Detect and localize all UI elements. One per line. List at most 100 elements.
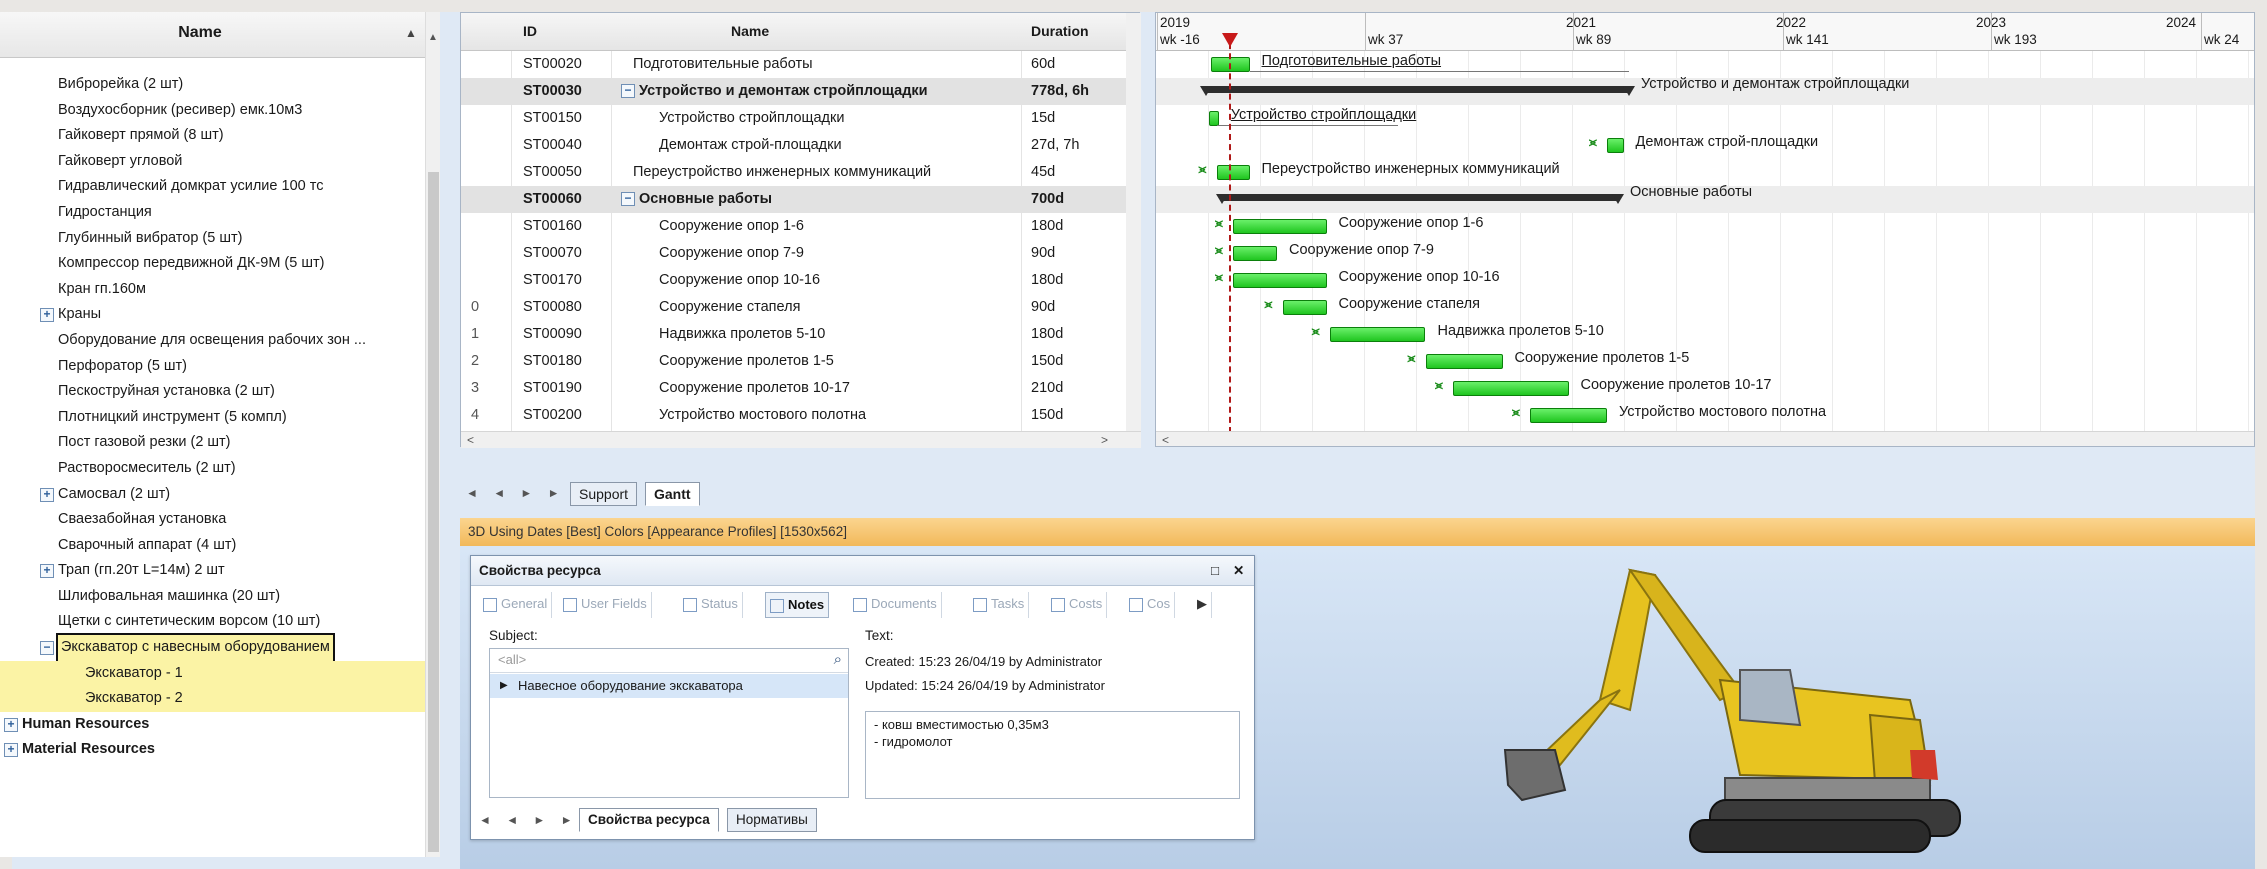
table-row[interactable]: ST00040 Демонтаж строй-площадки 27d, 7h [461, 132, 1141, 159]
scroll-left-icon[interactable]: < [1162, 433, 1169, 446]
table-row[interactable]: ST00070 Сооружение опор 7-9 90d [461, 240, 1141, 267]
tree-item[interactable]: Гайковерт прямой (8 шт) [0, 123, 425, 149]
tab-documents[interactable]: Documents [849, 592, 942, 618]
tree-item[interactable]: Растворосмеситель (2 шт) [0, 456, 425, 482]
tree-item[interactable]: Компрессор передвижной ДК-9М (5 шт) [0, 251, 425, 277]
table-row[interactable]: ST00020 Подготовительные работы 60d [461, 51, 1141, 78]
excavator-3d-model[interactable] [1270, 550, 2070, 865]
table-row[interactable]: 1 ST00090 Надвижка пролетов 5-10 180d [461, 321, 1141, 348]
collapse-icon[interactable]: − [621, 192, 635, 207]
sheet-nav-arrows[interactable]: ◄ ◄ ► ► [466, 486, 566, 500]
summary-bar[interactable] [1216, 194, 1624, 204]
expand-icon[interactable]: + [40, 487, 54, 502]
tab-costs[interactable]: Costs [1047, 592, 1108, 618]
tab-general[interactable]: General [479, 592, 553, 618]
subject-filter-input[interactable]: <all> [490, 649, 848, 673]
tree-item[interactable]: Кран гп.160м [0, 277, 425, 303]
tab-status[interactable]: Status [679, 592, 743, 618]
table-row[interactable]: ST00060 − Основные работы 700d [461, 186, 1141, 213]
sheet-tab-gantt[interactable]: Gantt [645, 482, 700, 506]
tab-cos[interactable]: Cos [1125, 592, 1176, 618]
task-bar[interactable] [1607, 138, 1624, 153]
sheet-tab-support[interactable]: Support [570, 482, 638, 506]
table-row[interactable]: 3 ST00190 Сооружение пролетов 10-17 210d [461, 375, 1141, 402]
tree-item[interactable]: Перфоратор (5 шт) [0, 354, 425, 380]
tree-item[interactable]: + Material Resources [0, 737, 425, 763]
scrollbar-thumb[interactable] [428, 172, 439, 852]
expand-icon[interactable]: + [4, 717, 18, 732]
resource-column-header[interactable]: Name ▲ [0, 12, 425, 58]
sheet-nav-arrows[interactable]: ◄ ◄ ► ► [479, 813, 579, 827]
resource-tree-scrollbar[interactable]: ▲ [425, 12, 440, 857]
note-text-area[interactable]: - ковш вместимостью 0,35м3 - гидромолот [865, 711, 1240, 799]
tree-item[interactable]: Экскаватор - 2 [0, 686, 425, 712]
table-row[interactable]: 0 ST00080 Сооружение стапеля 90d [461, 294, 1141, 321]
tree-item[interactable]: Гидростанция [0, 200, 425, 226]
task-bar[interactable] [1233, 246, 1277, 261]
table-row[interactable]: ST00160 Сооружение опор 1-6 180d [461, 213, 1141, 240]
scroll-right-icon[interactable]: > [1101, 433, 1108, 447]
tree-item[interactable]: Сваезабойная установка [0, 507, 425, 533]
tree-item[interactable]: Сварочный аппарат (4 шт) [0, 533, 425, 559]
expand-icon[interactable]: + [40, 308, 54, 323]
collapse-icon[interactable]: − [40, 641, 54, 656]
tree-item[interactable]: Гидравлический домкрат усилие 100 тс [0, 174, 425, 200]
tree-item[interactable]: Плотницкий инструмент (5 компл) [0, 405, 425, 431]
expand-icon[interactable]: + [40, 564, 54, 579]
tree-item[interactable]: Оборудование для освещения рабочих зон .… [0, 328, 425, 354]
table-row[interactable]: 2 ST00180 Сооружение пролетов 1-5 150d [461, 348, 1141, 375]
gantt-horizontal-scrollbar[interactable]: < [1156, 431, 2254, 446]
column-header-name[interactable]: Name [731, 23, 769, 39]
tree-item[interactable]: Экскаватор - 1 [0, 660, 425, 687]
column-header-duration[interactable]: Duration [1031, 23, 1089, 39]
tab-norms[interactable]: Нормативы [727, 808, 817, 832]
table-row[interactable]: 4 ST00200 Устройство мостового полотна 150d [461, 402, 1141, 429]
task-grid-horizontal-scrollbar[interactable]: < > [461, 431, 1141, 448]
tree-item[interactable]: Щетки с синтетическим ворсом (10 шт) [0, 609, 425, 635]
tab-resource-properties[interactable]: Свойства ресурса [579, 808, 719, 832]
task-bar[interactable] [1282, 300, 1327, 315]
task-bar[interactable] [1233, 273, 1327, 288]
task-bar[interactable] [1216, 165, 1250, 180]
tree-item[interactable]: + Самосвал (2 шт) [0, 482, 425, 508]
task-bar[interactable] [1453, 381, 1569, 396]
tree-item[interactable]: + Краны [0, 302, 425, 328]
close-icon[interactable]: ✕ [1233, 556, 1244, 586]
table-row[interactable]: ST00170 Сооружение опор 10-16 180d [461, 267, 1141, 294]
maximize-icon[interactable]: □ [1211, 556, 1219, 586]
tree-item[interactable]: + Трап (гп.20т L=14м) 2 шт [0, 558, 425, 584]
tree-item[interactable]: Глубинный вибратор (5 шт) [0, 226, 425, 252]
tree-item[interactable]: Гайковерт угловой [0, 149, 425, 175]
tree-item[interactable]: Воздухосборник (ресивер) емк.10м3 [0, 98, 425, 124]
task-grid-vertical-scrollbar[interactable] [1126, 13, 1141, 448]
collapse-icon[interactable]: − [621, 84, 635, 99]
task-bar[interactable] [1329, 327, 1426, 342]
tree-item[interactable]: Пост газовой резки (2 шт) [0, 430, 425, 456]
table-row[interactable]: ST00050 Переустройство инженерных коммуни… [461, 159, 1141, 186]
column-header-id[interactable]: ID [523, 23, 537, 39]
tab-user-fields[interactable]: User Fields [559, 592, 652, 618]
scroll-left-icon[interactable]: < [467, 433, 474, 447]
tab-notes[interactable]: Notes [765, 592, 830, 618]
table-row[interactable]: ST00030 − Устройство и демонтаж стройплоща… [461, 78, 1141, 105]
task-bar[interactable] [1208, 111, 1219, 126]
status-date-marker-icon[interactable] [1222, 33, 1238, 47]
tree-item[interactable]: Виброрейка (2 шт) [0, 72, 425, 98]
task-bar[interactable] [1425, 354, 1503, 369]
scroll-up-icon[interactable]: ▲ [428, 32, 438, 43]
status-date-line[interactable] [1229, 33, 1231, 433]
expand-icon[interactable]: + [4, 743, 18, 758]
table-row[interactable]: ST00150 Устройство стройплощадки 15d [461, 105, 1141, 132]
tree-item[interactable]: − Экскаватор с навесным оборудованием [0, 633, 425, 663]
tab-tasks[interactable]: Tasks [969, 592, 1030, 618]
search-icon[interactable]: ⌕ [834, 651, 842, 668]
tree-item[interactable]: Пескоструйная установка (2 шт) [0, 379, 425, 405]
summary-bar[interactable] [1199, 86, 1635, 96]
tree-item[interactable]: + Human Resources [0, 712, 425, 738]
properties-title-bar[interactable]: Свойства ресурса □ ✕ [471, 556, 1254, 586]
tab-scroll-right-icon[interactable]: ▶ [1193, 592, 1212, 618]
task-bar[interactable] [1530, 408, 1607, 423]
subject-list-item[interactable]: ▶ Навесное оборудование экскаватора [490, 674, 848, 698]
task-bar[interactable] [1233, 219, 1327, 234]
tree-item[interactable]: Шлифовальная машинка (20 шт) [0, 584, 425, 610]
